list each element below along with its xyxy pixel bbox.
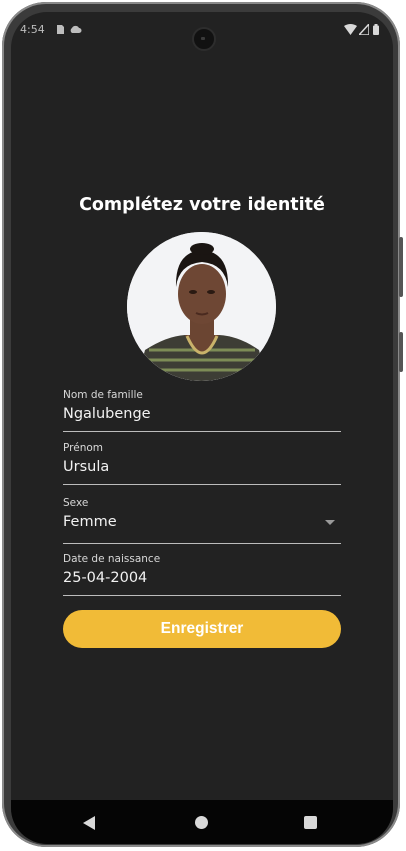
- first-name-label: Prénom: [63, 442, 104, 454]
- home-icon[interactable]: [195, 816, 208, 829]
- battery-icon: [373, 24, 379, 35]
- first-name-value[interactable]: Ursula: [63, 459, 109, 475]
- system-nav-bar: [11, 800, 393, 844]
- app-screen: 4:54 Complétez votre identité Nom de fam…: [11, 12, 393, 844]
- save-button[interactable]: Enregistrer: [63, 610, 341, 648]
- last-name-field[interactable]: Nom de famille Ngalubenge: [63, 388, 341, 434]
- last-name-underline: [63, 431, 341, 432]
- first-name-field[interactable]: Prénom Ursula: [63, 441, 341, 487]
- recents-icon[interactable]: [304, 816, 317, 829]
- first-name-underline: [63, 484, 341, 485]
- sex-label: Sexe: [63, 497, 89, 509]
- status-time: 4:54: [20, 23, 45, 36]
- phone-frame: 4:54 Complétez votre identité Nom de fam…: [2, 2, 403, 847]
- sex-dropdown[interactable]: Sexe Femme: [63, 496, 341, 546]
- front-camera: [192, 27, 216, 51]
- wifi-icon: [344, 24, 357, 35]
- last-name-value[interactable]: Ngalubenge: [63, 406, 151, 422]
- last-name-label: Nom de famille: [63, 389, 143, 401]
- birth-date-label: Date de naissance: [63, 553, 161, 565]
- back-icon[interactable]: [83, 816, 95, 830]
- profile-photo[interactable]: [127, 232, 276, 381]
- page-title: Complétez votre identité: [79, 195, 325, 215]
- birth-date-field[interactable]: Date de naissance 25-04-2004: [63, 552, 341, 598]
- person-portrait-icon: [127, 232, 276, 381]
- volume-button: [399, 237, 403, 297]
- dropdown-arrow-icon[interactable]: [325, 520, 335, 525]
- sim-card-icon: [57, 25, 64, 34]
- power-button: [399, 332, 403, 372]
- signal-icon: [359, 24, 369, 35]
- birth-date-value[interactable]: 25-04-2004: [63, 570, 147, 586]
- cloud-icon: [70, 25, 82, 33]
- sex-value[interactable]: Femme: [63, 514, 117, 530]
- sex-underline: [63, 543, 341, 544]
- birth-date-underline: [63, 595, 341, 596]
